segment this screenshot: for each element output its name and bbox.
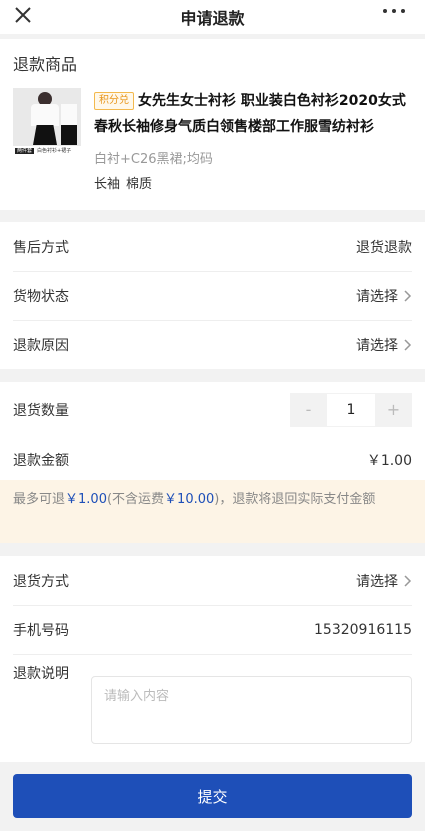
refund-desc-label: 退款说明: [13, 666, 69, 682]
quantity-value[interactable]: 1: [327, 392, 375, 427]
refund-reason-row[interactable]: 退款原因 请选择: [0, 320, 425, 369]
return-quantity-row: 退货数量 - 1 +: [0, 385, 425, 434]
more-icon[interactable]: [383, 9, 405, 13]
quantity-card: 退货数量 - 1 + 退款金额 ￥1.00: [0, 382, 425, 480]
product-image-caption: 两件套 白色衬衫+裙子: [13, 146, 81, 156]
quantity-plus-button[interactable]: +: [375, 392, 412, 427]
refund-notice: 最多可退￥1.00(不含运费￥10.00)，退款将退回实际支付金额: [0, 480, 425, 543]
product-attrs: 长袖 棉质: [94, 173, 412, 192]
points-badge: 积分兑: [94, 92, 134, 110]
refund-desc-textarea[interactable]: 请输入内容: [91, 676, 412, 744]
quantity-stepper: - 1 +: [290, 392, 412, 427]
phone-row: 手机号码 15320916115: [13, 621, 412, 639]
chevron-right-icon: [404, 338, 412, 351]
refund-amount-row: 退款金额 ￥1.00: [0, 435, 425, 484]
phone-number[interactable]: 15320916115: [314, 622, 412, 638]
service-card: 售后方式 退货退款 货物状态 请选择 退款原因 请选择: [0, 222, 425, 369]
return-method-row[interactable]: 退货方式 请选择: [0, 556, 425, 605]
nav-bar: 申请退款: [0, 0, 425, 34]
product-card: 退款商品 两件套 白色衬衫+裙子 积分兑 女先生女士衬衫 职业装白色衬衫2020女式…: [0, 39, 425, 210]
product-spec: 白衬+C26黑裙;均码: [94, 152, 213, 167]
product-attr: 棉质: [126, 177, 153, 192]
product-name: 积分兑 女先生女士衬衫 职业装白色衬衫2020女式春秋长袖修身气质白领售楼部工作服…: [94, 92, 406, 135]
product-attr: 长袖: [94, 177, 121, 192]
section-title: 退款商品: [13, 55, 78, 74]
submit-button[interactable]: 提交: [13, 774, 412, 818]
refund-amount: ￥1.00: [366, 452, 412, 469]
product-image: 两件套 白色衬衫+裙子: [13, 88, 81, 156]
after-sale-method-row: 售后方式 退货退款: [13, 239, 412, 256]
chevron-right-icon: [404, 289, 412, 302]
goods-status-row[interactable]: 货物状态 请选择: [0, 271, 425, 320]
page-title: 申请退款: [180, 9, 245, 28]
close-icon[interactable]: [12, 4, 34, 26]
chevron-right-icon: [404, 574, 412, 587]
quantity-minus-button[interactable]: -: [290, 392, 327, 427]
product-info: 积分兑 女先生女士衬衫 职业装白色衬衫2020女式春秋长袖修身气质白领售楼部工作服…: [94, 88, 412, 192]
